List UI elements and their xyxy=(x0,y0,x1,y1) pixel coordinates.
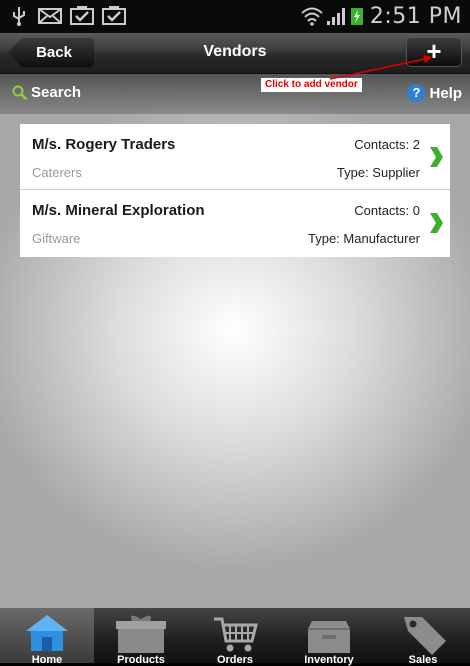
bottom-tab-bar: Home Products Orders Inventory Sales xyxy=(0,608,470,666)
mail-icon xyxy=(38,8,62,24)
vendor-name: M/s. Rogery Traders xyxy=(32,136,176,153)
usb-icon xyxy=(13,7,25,26)
vendor-contacts: Contacts: 0 xyxy=(354,203,420,218)
shopping-cart-icon xyxy=(214,617,258,652)
vendor-list: M/s. Rogery Traders Caterers Contacts: 2… xyxy=(20,124,450,257)
back-button[interactable]: Back xyxy=(8,38,94,67)
status-bar: 2:51 PM xyxy=(0,0,470,33)
tab-sales[interactable]: Sales xyxy=(376,608,470,666)
vendor-category: Giftware xyxy=(32,231,81,246)
wifi-icon xyxy=(301,7,323,26)
vendor-type: Type: Manufacturer xyxy=(308,231,420,246)
help-label: Help xyxy=(429,84,462,102)
home-icon xyxy=(26,615,68,651)
tag-icon xyxy=(404,617,446,655)
vendor-contacts: Contacts: 2 xyxy=(354,137,420,152)
tab-orders[interactable]: Orders xyxy=(188,608,282,666)
tab-label: Inventory xyxy=(304,654,354,666)
battery-charging-icon xyxy=(351,8,363,25)
search-bar: Search ? Help xyxy=(0,74,470,114)
check-icon xyxy=(70,6,94,25)
help-link[interactable]: ? Help xyxy=(407,84,462,102)
title-bar: Vendors Back + xyxy=(0,33,470,74)
vendor-type: Type: Supplier xyxy=(336,165,420,180)
tab-label: Home xyxy=(31,654,63,666)
search-label: Search xyxy=(31,84,82,101)
vendor-row[interactable]: M/s. Rogery Traders Caterers Contacts: 2… xyxy=(20,124,450,190)
search-icon xyxy=(12,85,28,100)
help-icon: ? xyxy=(407,84,426,102)
signal-icon xyxy=(327,8,345,25)
tab-home[interactable]: Home xyxy=(0,608,94,666)
add-vendor-hint: Click to add vendor xyxy=(261,78,362,92)
tab-label: Orders xyxy=(216,654,254,666)
tab-label: Products xyxy=(117,654,165,666)
clock: 2:51 PM xyxy=(369,4,462,29)
chevron-right-icon[interactable] xyxy=(428,212,444,234)
add-vendor-button[interactable]: + xyxy=(406,37,462,67)
check-icon xyxy=(102,6,126,25)
vendor-row[interactable]: M/s. Mineral Exploration Giftware Contac… xyxy=(20,190,450,257)
search-link[interactable]: Search xyxy=(12,84,81,101)
gift-box-icon xyxy=(116,615,166,653)
tab-inventory[interactable]: Inventory xyxy=(282,608,376,666)
tab-products[interactable]: Products xyxy=(94,608,188,666)
chevron-right-icon[interactable] xyxy=(428,146,444,168)
vendor-category: Caterers xyxy=(32,165,82,180)
tab-label: Sales xyxy=(408,654,438,666)
box-icon xyxy=(308,621,350,653)
vendor-name: M/s. Mineral Exploration xyxy=(32,202,205,219)
